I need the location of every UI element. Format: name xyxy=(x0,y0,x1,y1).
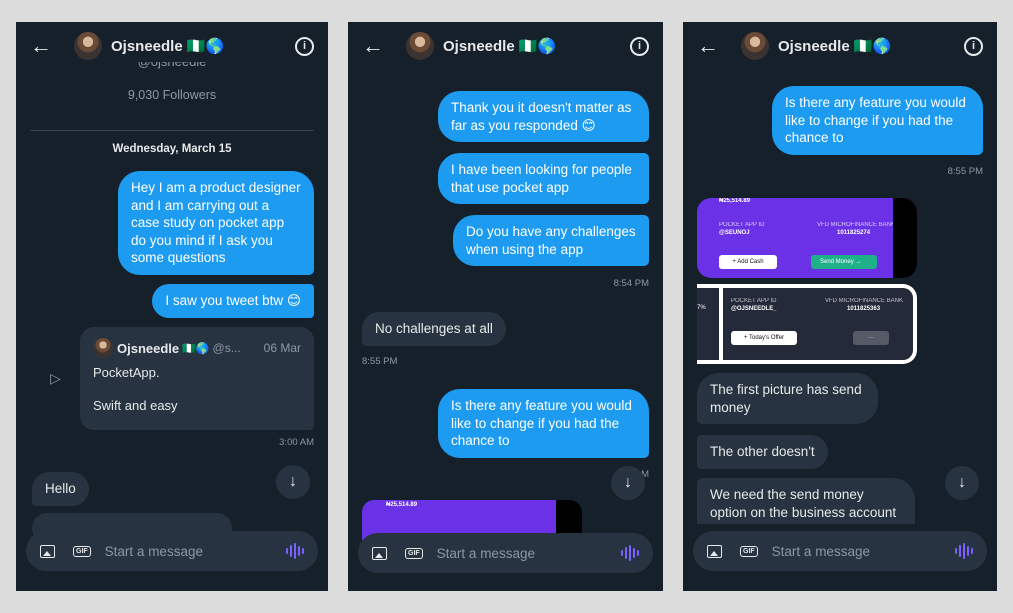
back-arrow-icon[interactable]: ← xyxy=(697,33,727,59)
voice-message-icon[interactable] xyxy=(621,545,639,561)
message-bubble[interactable]: I saw you tweet btw 😊 xyxy=(152,284,314,318)
scroll-down-icon[interactable]: ↓ xyxy=(611,466,645,500)
timestamp: 8:55 PM xyxy=(362,356,398,367)
message-input[interactable]: Start a message xyxy=(105,544,286,559)
tweet-text: PocketApp. xyxy=(93,365,160,380)
card-balance: ₦25,514.89 xyxy=(386,502,418,508)
message-bubble[interactable]: Is there any feature you would like to c… xyxy=(438,389,649,458)
image-icon[interactable] xyxy=(372,546,387,560)
send-money-button: Send Money → xyxy=(811,255,877,269)
gif-icon[interactable]: GIF xyxy=(740,545,758,557)
message-bubble[interactable]: I have been looking for people that use … xyxy=(438,153,649,204)
message-input[interactable]: Start a message xyxy=(772,544,955,559)
message-bubble[interactable]: Is there any feature you would like to c… xyxy=(772,86,983,155)
message-bubble[interactable]: The first picture has send money xyxy=(697,373,878,424)
chat-screen-1: ← Ojsneedle 🇳🇬🌎 i @ojsneedle 9,030 Follo… xyxy=(16,22,328,591)
voice-message-icon[interactable] xyxy=(955,543,973,559)
todays-offer-button: + Today's Offer xyxy=(731,331,797,345)
scroll-down-icon[interactable]: ↓ xyxy=(276,465,310,499)
message-composer: GIF Start a message xyxy=(358,533,653,573)
info-icon[interactable]: i xyxy=(964,36,983,56)
message-bubble[interactable]: Hello xyxy=(32,472,89,506)
message-input[interactable]: Start a message xyxy=(437,546,621,561)
card-id: @OJSNEEDLE_ xyxy=(731,306,777,312)
date-separator: Wednesday, March 15 xyxy=(112,143,232,155)
message-bubble[interactable]: No challenges at all xyxy=(362,312,506,346)
tweet-text: Swift and easy xyxy=(93,398,178,413)
image-icon[interactable] xyxy=(707,544,722,558)
card-side-label: 7% xyxy=(697,305,706,311)
followers-count[interactable]: 9,030 Followers xyxy=(16,88,328,102)
message-bubble[interactable]: We need the send money option on the bus… xyxy=(697,478,915,524)
back-arrow-icon[interactable]: ← xyxy=(30,33,60,59)
card-divider xyxy=(719,288,723,360)
image-icon[interactable] xyxy=(40,544,55,558)
chat-header: ← Ojsneedle 🇳🇬🌎 i xyxy=(683,22,997,70)
tweet-handle: @s... xyxy=(212,341,241,355)
timestamp: 8:55 PM xyxy=(947,166,983,177)
timestamp: 3:00 AM xyxy=(279,437,314,448)
back-arrow-icon[interactable]: ← xyxy=(362,33,392,59)
tweet-date: 06 Mar xyxy=(263,341,301,355)
add-cash-button: + Add Cash xyxy=(719,255,777,269)
divider xyxy=(30,130,314,131)
chat-header: ← Ojsneedle 🇳🇬🌎 i xyxy=(16,22,328,70)
message-bubble[interactable]: The other doesn't xyxy=(697,435,828,469)
message-composer: GIF Start a message xyxy=(26,531,318,571)
avatar[interactable] xyxy=(74,32,102,60)
card-balance: ₦25,514.89 xyxy=(719,198,751,204)
scroll-down-icon[interactable]: ↓ xyxy=(945,466,979,500)
conversation-title[interactable]: Ojsneedle 🇳🇬🌎 xyxy=(443,37,630,55)
card-account: 1011825363 xyxy=(847,306,881,312)
card-id: @SEUNOJ xyxy=(719,230,750,236)
chat-screen-3: ← Ojsneedle 🇳🇬🌎 i Is there any feature y… xyxy=(683,22,997,591)
gif-icon[interactable]: GIF xyxy=(73,545,91,557)
info-icon[interactable]: i xyxy=(630,36,649,56)
card-label: POCKET APP ID xyxy=(719,222,765,228)
flags: 🇳🇬🌎 xyxy=(182,342,210,355)
chat-header: ← Ojsneedle 🇳🇬🌎 i xyxy=(348,22,663,70)
conversation-title[interactable]: Ojsneedle 🇳🇬🌎 xyxy=(778,37,964,55)
card-label: POCKET APP ID xyxy=(731,298,777,304)
card-screenshot-image[interactable]: 7% POCKET APP ID @OJSNEEDLE_ VFD MICROFI… xyxy=(697,284,917,364)
message-bubble[interactable]: Hey I am a product designer and I am car… xyxy=(118,171,314,275)
avatar[interactable] xyxy=(741,32,769,60)
more-button: ··· xyxy=(853,331,889,345)
timestamp: 8:54 PM xyxy=(613,278,649,289)
message-composer: GIF Start a message xyxy=(693,531,987,571)
card-account: 1011825274 xyxy=(837,230,871,236)
avatar xyxy=(93,338,113,358)
info-icon[interactable]: i xyxy=(295,36,314,56)
gif-icon[interactable]: GIF xyxy=(405,547,423,559)
card-edge xyxy=(893,198,917,278)
message-bubble[interactable]: Do you have any challenges when using th… xyxy=(453,215,649,266)
tweet-author: Ojsneedle xyxy=(117,340,180,356)
voice-message-icon[interactable] xyxy=(286,543,304,559)
card-bank: VFD MICROFINANCE BANK xyxy=(817,222,896,228)
share-icon[interactable]: ▷ xyxy=(50,370,61,387)
message-bubble[interactable]: Thank you it doesn't matter as far as yo… xyxy=(438,91,649,142)
avatar[interactable] xyxy=(406,32,434,60)
conversation-title[interactable]: Ojsneedle 🇳🇬🌎 xyxy=(111,37,295,55)
chat-screen-2: ← Ojsneedle 🇳🇬🌎 i Thank you it doesn't m… xyxy=(348,22,663,591)
card-screenshot-image[interactable]: ₦25,514.89 POCKET APP ID @SEUNOJ VFD MIC… xyxy=(697,198,917,278)
quoted-tweet[interactable]: Ojsneedle 🇳🇬🌎 @s... 06 Mar PocketApp. Sw… xyxy=(80,327,314,430)
card-bank: VFD MICROFINANCE BANK xyxy=(825,298,904,304)
